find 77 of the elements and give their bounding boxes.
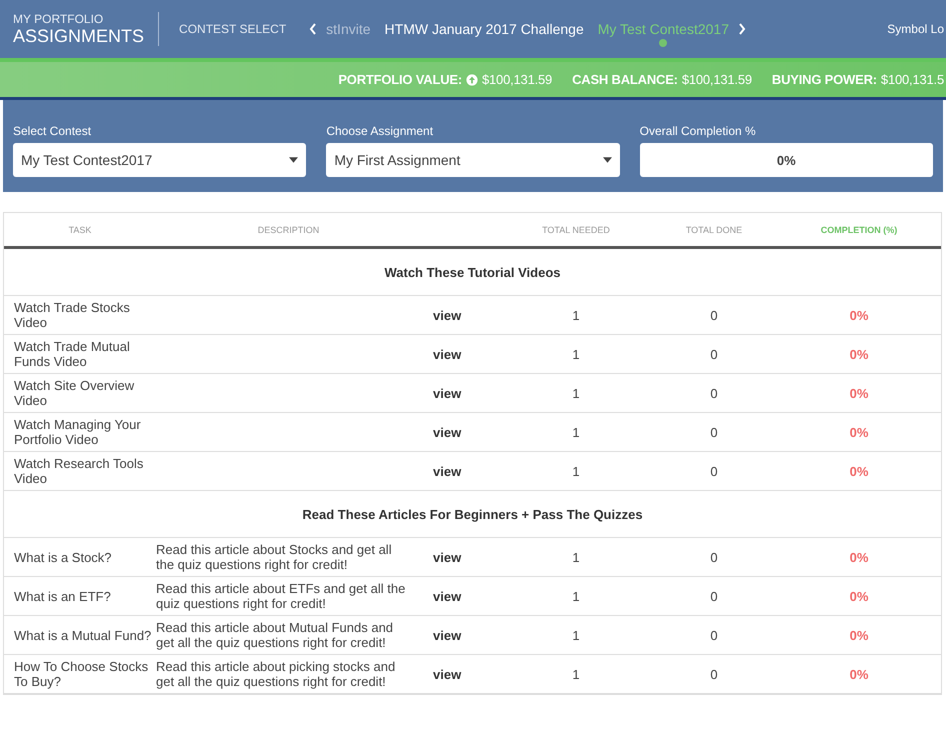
completion-display: 0% bbox=[640, 143, 933, 177]
completion-cell: 0% bbox=[850, 588, 868, 604]
stat-label: PORTFOLIO VALUE: bbox=[338, 72, 462, 87]
page-subtitle: MY PORTFOLIO bbox=[13, 12, 104, 26]
total-done-cell: 0 bbox=[710, 386, 718, 400]
view-link[interactable]: view bbox=[433, 628, 462, 642]
stat-value: $100,131.59 bbox=[682, 72, 752, 87]
completion-cell: 0% bbox=[850, 386, 868, 400]
stat-label: CASH BALANCE: bbox=[572, 72, 678, 87]
total-done-cell: 0 bbox=[710, 424, 718, 440]
total-needed-cell: 1 bbox=[572, 346, 580, 362]
task-cell-text: Watch Site Overview Video bbox=[13, 377, 136, 410]
stat-value: $100,131.59 bbox=[482, 72, 552, 87]
column-header: COMPLETION (%) bbox=[820, 224, 898, 234]
total-needed-cell: 1 bbox=[572, 386, 580, 400]
section-heading: Read These Articles For Beginners + Pass The Quizzes bbox=[302, 506, 643, 522]
filter-label: Select Contest bbox=[13, 124, 92, 138]
filter-label: Overall Completion % bbox=[640, 124, 757, 138]
caret-icon bbox=[602, 157, 612, 163]
completion-cell: 0% bbox=[850, 666, 868, 682]
task-cell-text: Watch Research Tools Video bbox=[13, 455, 144, 488]
chevron-left-icon[interactable] bbox=[308, 22, 318, 36]
view-link[interactable]: view bbox=[433, 308, 462, 322]
view-link[interactable]: view bbox=[433, 588, 462, 604]
description-cell: Read this article about Stocks and get all the quiz questions right for credit! bbox=[156, 542, 392, 572]
contest-select-label: CONTEST SELECT bbox=[179, 22, 286, 36]
view-link[interactable]: view bbox=[433, 464, 462, 478]
view-link[interactable]: view bbox=[433, 666, 462, 682]
total-needed-cell: 1 bbox=[572, 464, 580, 478]
task-cell-text: Watch Trade Mutual Funds Video bbox=[13, 338, 131, 371]
description-cell: Read this article about Mutual Funds and get all the quiz questions right for credit! bbox=[156, 620, 394, 650]
symbol-lookup-link[interactable]: Symbol Lo bbox=[887, 22, 944, 36]
caret-icon bbox=[289, 157, 298, 163]
total-done-cell: 0 bbox=[710, 346, 718, 362]
description-cell: Read this article about ETFs and get all the quiz questions right for credit! bbox=[156, 581, 406, 611]
task-cell-text: How To Choose Stocks To Buy? bbox=[13, 658, 150, 691]
chevron-right-icon[interactable] bbox=[737, 22, 748, 36]
filter-label: Choose Assignment bbox=[326, 124, 434, 138]
dropdown-field[interactable]: My Test Contest2017 bbox=[13, 143, 306, 177]
total-needed-cell: 1 bbox=[572, 666, 580, 682]
total-needed-cell: 1 bbox=[572, 550, 580, 564]
stat-value: $100,131.5 bbox=[880, 72, 944, 87]
completion-cell: 0% bbox=[850, 424, 868, 440]
page-title: ASSIGNMENTS bbox=[13, 26, 144, 46]
task-cell-text: Watch Managing Your Portfolio Video bbox=[13, 416, 142, 449]
view-link[interactable]: view bbox=[433, 386, 462, 400]
completion-cell: 0% bbox=[850, 346, 868, 362]
total-done-cell: 0 bbox=[710, 666, 718, 682]
task-cell-text: What is a Stock? bbox=[13, 548, 113, 566]
total-needed-cell: 1 bbox=[572, 628, 580, 642]
total-needed-cell: 1 bbox=[572, 424, 580, 440]
task-cell-text: What is an ETF? bbox=[13, 588, 112, 606]
total-done-cell: 0 bbox=[710, 308, 718, 322]
section-heading: Watch These Tutorial Videos bbox=[384, 264, 560, 280]
column-header: TASK bbox=[68, 224, 92, 234]
completion-cell: 0% bbox=[850, 464, 868, 478]
description-cell: Read this article about picking stocks and get all the quiz questions right for credit! bbox=[156, 659, 396, 689]
total-done-cell: 0 bbox=[710, 550, 718, 564]
column-header: TOTAL DONE bbox=[684, 224, 744, 234]
completion-cell: 0% bbox=[850, 308, 868, 322]
contest-tab[interactable]: HTMW January 2017 Challenge bbox=[384, 11, 584, 47]
view-link[interactable]: view bbox=[433, 550, 462, 564]
completion-cell: 0% bbox=[850, 628, 868, 642]
dropdown-field[interactable]: My First Assignment bbox=[326, 143, 620, 177]
total-done-cell: 0 bbox=[710, 464, 718, 478]
total-needed-cell: 1 bbox=[572, 588, 580, 604]
view-link[interactable]: view bbox=[433, 346, 462, 362]
completion-cell: 0% bbox=[850, 550, 868, 564]
task-cell-text: What is a Mutual Fund? bbox=[13, 626, 152, 644]
column-header: TOTAL NEEDED bbox=[541, 224, 611, 234]
column-header: DESCRIPTION bbox=[256, 224, 320, 234]
total-needed-cell: 1 bbox=[572, 308, 580, 322]
view-link[interactable]: view bbox=[433, 424, 462, 440]
task-cell-text: Watch Trade Stocks Video bbox=[13, 299, 131, 332]
total-done-cell: 0 bbox=[710, 588, 718, 604]
total-done-cell: 0 bbox=[710, 628, 718, 642]
stat-label: BUYING POWER: bbox=[772, 72, 877, 87]
